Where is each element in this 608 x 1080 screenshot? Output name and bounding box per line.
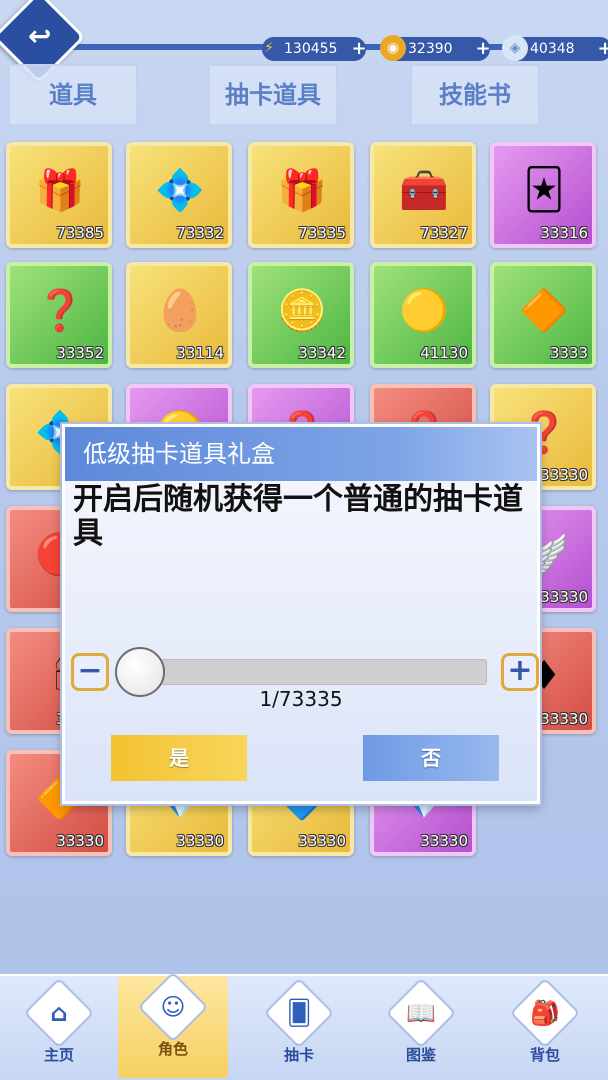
amber-gem-icon: 🔶 [519,287,569,334]
item-slot[interactable]: 🃏 33316 [490,142,596,248]
handbook-icon: 📖 [385,977,457,1049]
crystal-resource: ◈ 40348 + [502,35,608,61]
item-count: 73385 [56,224,104,242]
gold-resource: ◉ 32390 + [380,35,491,61]
open-gift-box-dialog: 低级抽卡道具礼盒 开启后随机获得一个普通的抽卡道具 − + 1/73335 是 … [62,424,540,804]
handbook-icon-glyph: 📖 [406,999,436,1027]
item-count: 33352 [56,344,104,362]
item-count: 73327 [420,224,468,242]
yes-button[interactable]: 是 [111,735,247,781]
item-count: 33330 [420,832,468,850]
draw-card-icon: 🂠 [263,977,335,1049]
nav-item-handbook[interactable]: 📖 图鉴 [366,977,476,1078]
item-count: 33342 [298,344,346,362]
silver-coin-icon: 🪙 [277,287,327,334]
gift-box-icon: 🎁 [35,167,85,214]
nav-label: 主页 [43,1046,74,1064]
mystery-card-icon: ❓ [35,287,85,334]
quantity-value: 1/73335 [259,687,343,711]
coin-icon: ◉ [380,35,406,61]
treasure-chest-icon: 🧰 [399,167,449,214]
tab-items[interactable]: 道具 [8,64,138,126]
nav-item-draw-card[interactable]: 🂠 抽卡 [244,977,354,1078]
home-icon-glyph: ⌂ [50,999,68,1027]
tab-skill-books[interactable]: 技能书 [410,64,540,126]
nav-item-character[interactable]: ☺ 角色 [118,971,228,1078]
dialog-title: 低级抽卡道具礼盒 [65,427,537,481]
item-count: 41130 [420,344,468,362]
item-count: 33330 [540,710,588,728]
card-pack-icon: 🃏 [523,167,565,213]
item-count: 33330 [56,832,104,850]
top-bar: ↩ ⚡ 130455 + ◉ 32390 + ◈ 40348 + [0,0,608,84]
energy-add-button[interactable]: + [348,37,370,61]
home-icon: ⌂ [23,977,95,1049]
decrease-button[interactable]: − [71,653,109,691]
item-count: 33316 [540,224,588,242]
item-slot[interactable]: ❓ 33352 [6,262,112,368]
character-icon: ☺ [137,971,209,1043]
green-egg-icon: 🥚 [155,287,205,334]
quantity-slider[interactable] [123,659,487,685]
item-slot[interactable]: 🧰 73327 [370,142,476,248]
item-slot[interactable]: 🥚 33114 [126,262,232,368]
item-slot[interactable]: 🎁 73385 [6,142,112,248]
item-slot[interactable]: 🎁 73335 [248,142,354,248]
nav-item-backpack[interactable]: 🎒 背包 [490,977,600,1078]
item-count: 33330 [540,588,588,606]
nav-item-home[interactable]: ⌂ 主页 [4,977,114,1078]
item-count: 33330 [540,466,588,484]
item-slot[interactable]: 🪙 33342 [248,262,354,368]
nav-label: 抽卡 [283,1046,314,1064]
crystal-add-button[interactable]: + [594,37,608,61]
bottom-nav: ⌂ 主页 ☺ 角色 🂠 抽卡 📖 图鉴 🎒 背包 [0,971,608,1080]
nav-label: 角色 [157,1040,188,1058]
gold-add-button[interactable]: + [472,37,494,61]
item-slot[interactable]: 🔶 3333 [490,262,596,368]
blue-gift-box-icon: 💠 [155,167,205,214]
backpack-icon: 🎒 [509,977,581,1049]
no-button[interactable]: 否 [363,735,499,781]
dialog-description: 开启后随机获得一个普通的抽卡道具 [73,482,523,551]
back-arrow-icon: ↩ [27,19,52,53]
energy-resource: ⚡ 130455 + [262,37,367,61]
gold-value: 32390 [408,41,453,57]
item-count: 73332 [176,224,224,242]
gift-box-icon: 🎁 [277,167,327,214]
item-count: 33114 [176,344,224,362]
increase-button[interactable]: + [501,653,539,691]
energy-value: 130455 [284,41,338,57]
nav-label: 背包 [529,1046,560,1064]
lightning-icon: ⚡ [264,40,274,56]
item-count: 33330 [298,832,346,850]
item-count: 73335 [298,224,346,242]
crystal-icon: ◈ [502,35,528,61]
nav-label: 图鉴 [405,1046,436,1064]
draw-card-icon-glyph: 🂠 [286,999,312,1027]
tab-draw-items[interactable]: 抽卡道具 [208,64,338,126]
crystal-value: 40348 [530,41,575,57]
character-icon-glyph: ☺ [160,993,186,1021]
item-count: 3333 [549,344,588,362]
item-count: 33330 [176,832,224,850]
item-slot[interactable]: 🟡 41130 [370,262,476,368]
backpack-icon-glyph: 🎒 [530,999,560,1027]
item-slot[interactable]: 💠 73332 [126,142,232,248]
gold-coin-icon: 🟡 [399,287,449,334]
